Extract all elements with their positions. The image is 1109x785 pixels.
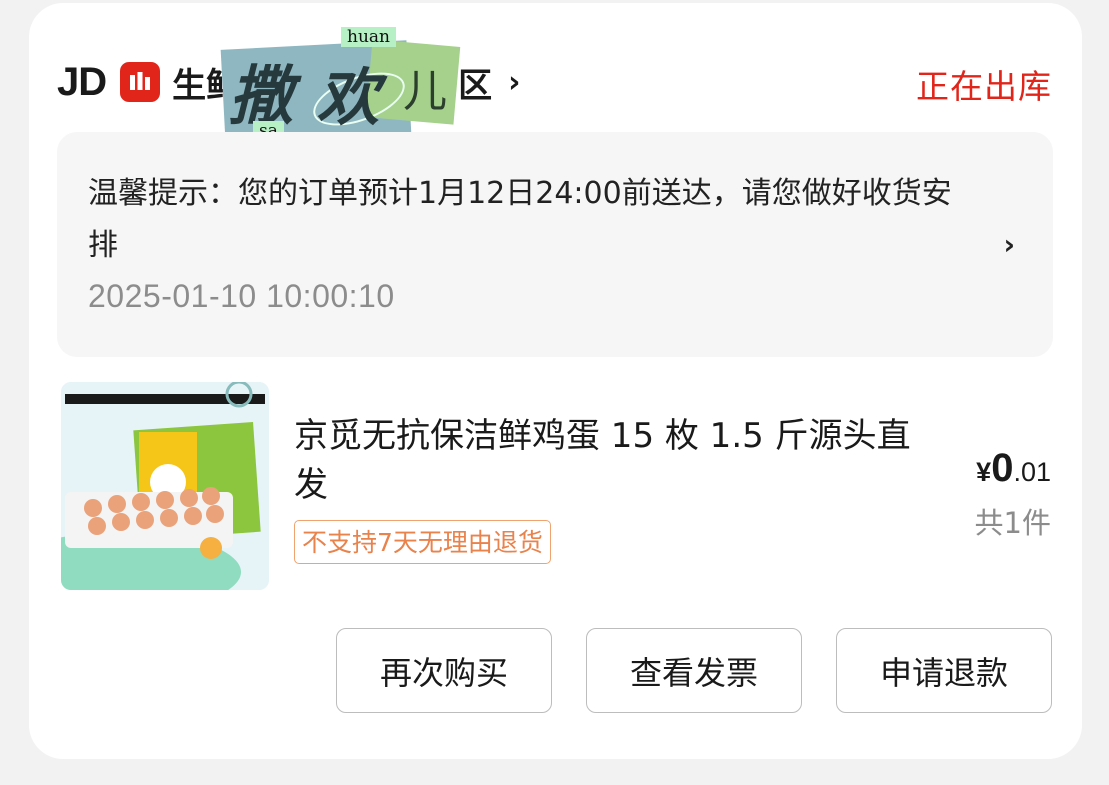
chevron-right-icon: › (1003, 228, 1015, 261)
notice-timestamp: 2025-01-10 10:00:10 (88, 278, 395, 314)
price-decimal: .01 (1013, 457, 1051, 487)
delivery-notice[interactable]: 温馨提示：您的订单预计1月12日24:00前送达，请您做好收货安排 › 2025… (57, 132, 1053, 357)
jd-logo: JD (57, 59, 107, 104)
notice-text: 温馨提示：您的订单预计1月12日24:00前送达，请您做好收货安排 (88, 176, 952, 263)
rebuy-button[interactable]: 再次购买 (336, 628, 552, 713)
order-status: 正在出库 (916, 67, 1052, 106)
store-badge-icon (120, 62, 161, 102)
price-currency: ¥ (976, 457, 992, 487)
product-price: ¥0.01 (976, 446, 1051, 491)
sticker-overlay: 撒 欢 儿 huan sa (219, 27, 462, 144)
sticker-char: 儿 (403, 66, 447, 117)
store-name-suffix: 区 (458, 65, 493, 106)
order-header: JD 生鲜 区 › 正在出库 (57, 52, 1052, 112)
view-invoice-button[interactable]: 查看发票 (586, 628, 802, 713)
product-title[interactable]: 京觅无抗保洁鲜鸡蛋 15 枚 1.5 斤源头直发 (294, 412, 914, 510)
sticker-char: 欢 (317, 61, 380, 134)
product-image[interactable] (61, 382, 269, 590)
price-integer: 0 (991, 446, 1014, 490)
request-refund-button[interactable]: 申请退款 (836, 628, 1052, 713)
sticker-pinyin: huan (341, 27, 396, 47)
product-quantity: 共1件 (974, 506, 1051, 540)
chevron-right-icon: › (508, 64, 521, 100)
return-policy-tag: 不支持7天无理由退货 (294, 520, 551, 564)
